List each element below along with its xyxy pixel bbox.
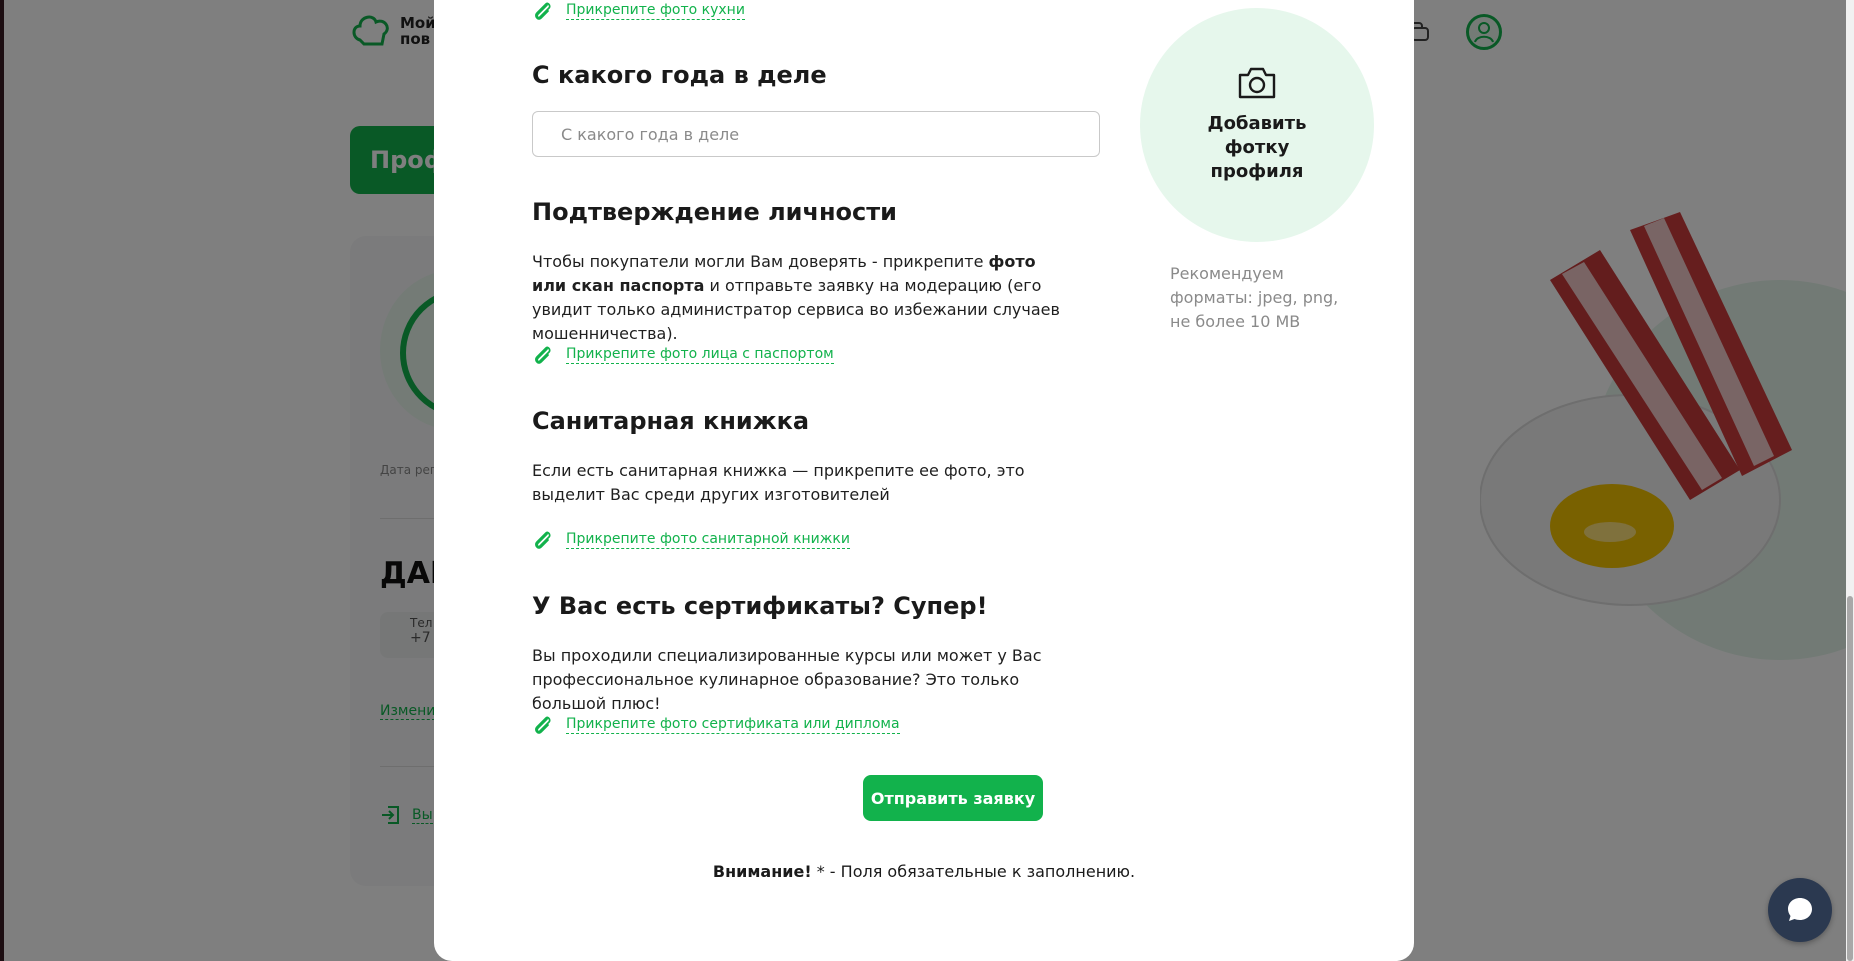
certificates-section-text: Вы проходили специализированные курсы ил… xyxy=(532,646,1042,713)
paperclip-icon xyxy=(535,346,551,364)
certificate-attach: Прикрепите фото сертификата или диплома xyxy=(532,714,900,736)
certificates-section-title: У Вас есть сертификаты? Супер! xyxy=(532,592,988,620)
paperclip-icon xyxy=(535,716,551,734)
add-profile-photo-button[interactable]: Добавить фотку профиля xyxy=(1140,8,1374,242)
page-scrollbar[interactable] xyxy=(1846,0,1854,961)
chat-button[interactable] xyxy=(1768,878,1832,942)
kitchen-photo-link[interactable]: Прикрепите фото кухни xyxy=(566,2,745,20)
photo-formats-note: Рекомендуем форматы: jpeg, png, не более… xyxy=(1170,264,1339,331)
identity-text-part1: Чтобы покупатели могли Вам доверять - пр… xyxy=(532,252,989,271)
sanitary-section-text: Если есть санитарная книжка — прикрепите… xyxy=(532,461,1025,504)
paperclip-icon xyxy=(535,531,551,549)
submit-application-button[interactable]: Отправить заявку xyxy=(863,775,1043,821)
kitchen-photo-attach: Прикрепите фото кухни xyxy=(532,0,745,22)
sanitary-book-attach: Прикрепите фото санитарной книжки xyxy=(532,529,850,551)
scrollbar-thumb[interactable] xyxy=(1847,596,1853,961)
identity-section-title: Подтверждение личности xyxy=(532,198,897,226)
required-fields-note: Внимание! * - Поля обязательные к заполн… xyxy=(434,862,1414,881)
certificate-link[interactable]: Прикрепите фото сертификата или диплома xyxy=(566,716,900,734)
sanitary-book-link[interactable]: Прикрепите фото санитарной книжки xyxy=(566,531,850,549)
start-year-input[interactable] xyxy=(532,111,1100,157)
camera-icon xyxy=(1238,67,1276,99)
profile-photo-column: Добавить фотку профиля Рекомендуем форма… xyxy=(1140,8,1376,334)
note-bold: Внимание! xyxy=(712,862,812,881)
chat-bubble-icon xyxy=(1788,898,1812,921)
paperclip-icon xyxy=(535,2,551,20)
application-modal: Прикрепите фото кухни С какого года в де… xyxy=(434,0,1414,961)
year-section-title: С какого года в деле xyxy=(532,61,827,89)
passport-photo-attach: Прикрепите фото лица с паспортом xyxy=(532,344,834,366)
passport-photo-link[interactable]: Прикрепите фото лица с паспортом xyxy=(566,346,834,364)
sanitary-section-title: Санитарная книжка xyxy=(532,407,810,435)
add-profile-photo-label: Добавить фотку профиля xyxy=(1207,113,1307,182)
identity-section-text: Чтобы покупатели могли Вам доверять - пр… xyxy=(532,250,1072,346)
note-text: * - Поля обязательные к заполнению. xyxy=(811,862,1136,881)
